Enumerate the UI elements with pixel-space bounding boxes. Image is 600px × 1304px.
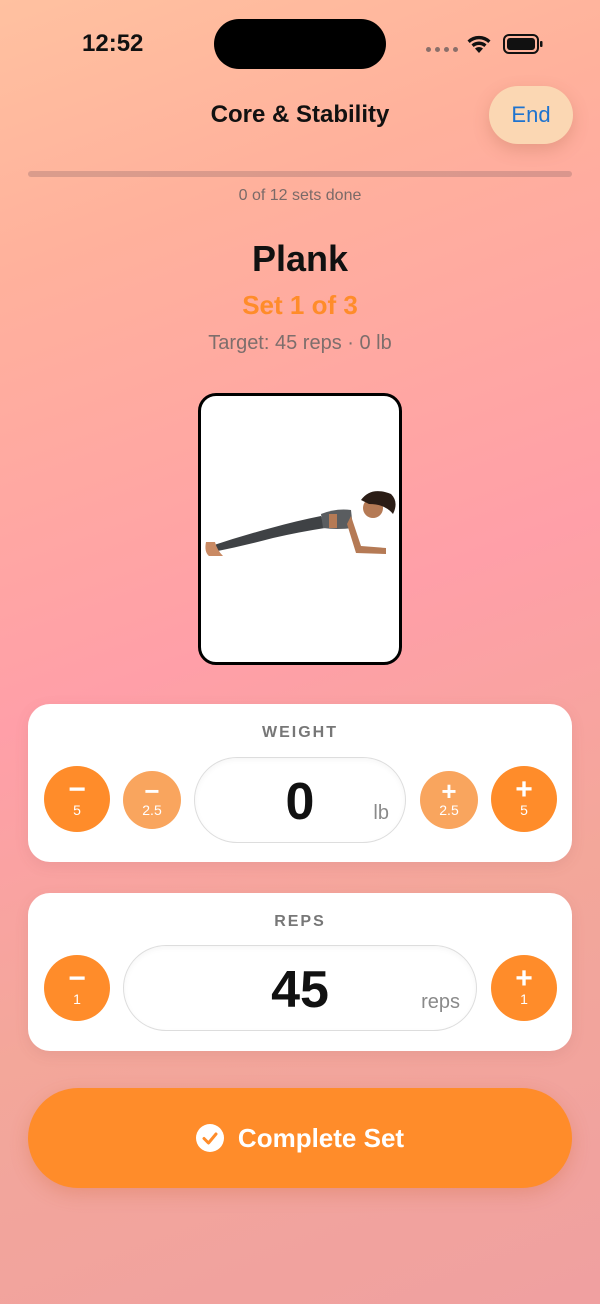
weight-increase-2-5-button[interactable]: + 2.5 — [420, 771, 478, 829]
wifi-icon — [467, 35, 491, 53]
reps-inc-step: 1 — [520, 991, 528, 1007]
plank-figure-image — [205, 491, 396, 556]
weight-unit: lb — [373, 802, 389, 824]
reps-card: REPS − 1 45 reps + 1 — [28, 893, 572, 1051]
reps-card-title: REPS — [274, 913, 326, 930]
dynamic-island — [214, 19, 386, 69]
end-workout-button[interactable]: End — [489, 86, 573, 144]
reps-increase-button[interactable]: + 1 — [491, 955, 557, 1021]
weight-value-field[interactable]: 0 lb — [194, 757, 406, 843]
status-time: 12:52 — [82, 30, 144, 57]
plus-icon: + — [515, 962, 533, 995]
weight-decrease-5-button[interactable]: − 5 — [44, 766, 110, 832]
status-bar: 12:52 — [0, 0, 600, 90]
weight-card-title: WEIGHT — [262, 724, 338, 741]
reps-value-field[interactable]: 45 reps — [123, 945, 477, 1031]
weight-inc-small-step: 2.5 — [439, 802, 459, 818]
check-circle-icon — [195, 1124, 224, 1152]
weight-increase-5-button[interactable]: + 5 — [491, 766, 557, 832]
set-indicator: Set 1 of 3 — [242, 290, 358, 320]
weight-inc-big-step: 5 — [520, 802, 528, 818]
target-label: Target: 45 reps · 0 lb — [208, 332, 392, 354]
reps-unit: reps — [421, 991, 460, 1013]
battery-icon — [503, 34, 543, 54]
minus-icon: − — [68, 962, 86, 995]
plus-icon: + — [515, 773, 533, 806]
weight-card: WEIGHT − 5 − 2.5 0 lb + 2.5 + 5 — [28, 704, 572, 862]
complete-set-button[interactable]: Complete Set — [28, 1088, 572, 1188]
weight-dec-big-step: 5 — [73, 802, 81, 818]
weight-dec-small-step: 2.5 — [142, 802, 162, 818]
progress-label: 0 of 12 sets done — [238, 187, 362, 204]
exercise-name: Plank — [251, 238, 349, 279]
minus-icon: − — [68, 773, 86, 806]
weight-decrease-2-5-button[interactable]: − 2.5 — [123, 771, 181, 829]
complete-set-label: Complete Set — [237, 1122, 405, 1153]
minus-icon: − — [144, 776, 160, 806]
workout-progress-bar — [28, 171, 572, 177]
signal-icon — [426, 47, 458, 52]
reps-decrease-button[interactable]: − 1 — [44, 955, 110, 1021]
plus-icon: + — [441, 776, 457, 806]
reps-dec-step: 1 — [73, 991, 81, 1007]
exercise-illustration — [198, 393, 402, 665]
